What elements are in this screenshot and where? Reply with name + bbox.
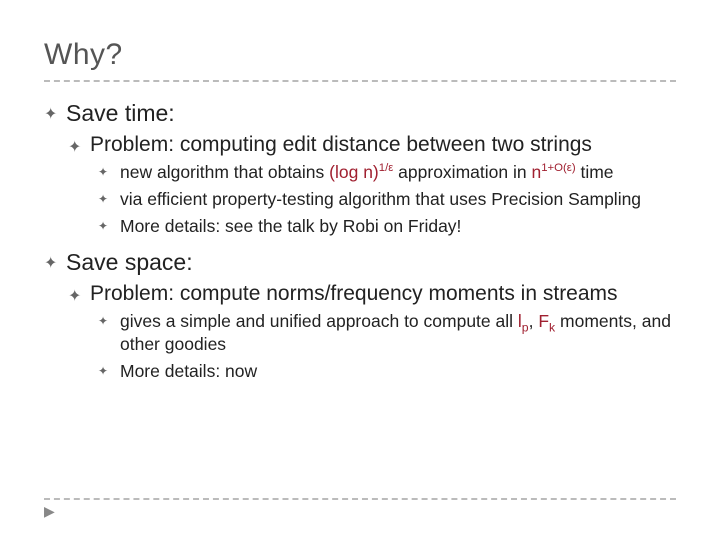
body-text: More details: see the talk by Robi on Fr… xyxy=(120,215,676,238)
subsection-heading: Problem: computing edit distance between… xyxy=(90,133,676,157)
level3-list: ✦ gives a simple and unified approach to… xyxy=(98,310,676,382)
subsection-heading: Problem: compute norms/frequency moments… xyxy=(90,282,676,306)
body-text: new algorithm that obtains (log n)1/ε ap… xyxy=(120,161,676,184)
slide-title: Why? xyxy=(44,38,676,72)
list-item: ✦ gives a simple and unified approach to… xyxy=(98,310,676,356)
bullet-icon: ✦ xyxy=(44,100,66,123)
highlight-text: n1+O(ε) xyxy=(531,162,575,182)
body-text: More details: now xyxy=(120,360,676,383)
highlight-text: Fk xyxy=(538,311,555,331)
body-text: gives a simple and unified approach to c… xyxy=(120,310,676,356)
bullet-icon: ✦ xyxy=(98,161,120,178)
highlight-text: (log n)1/ε xyxy=(329,162,393,182)
body-text: via efficient property-testing algorithm… xyxy=(120,188,676,211)
list-item: ✦ More details: see the talk by Robi on … xyxy=(98,215,676,238)
list-item: ✦ Save space: ✦ Problem: compute norms/f… xyxy=(44,249,676,382)
bullet-icon: ✦ xyxy=(68,282,90,305)
title-divider xyxy=(44,80,676,82)
section-heading: Save space: xyxy=(66,249,676,276)
list-item: ✦ new algorithm that obtains (log n)1/ε … xyxy=(98,161,676,184)
level3-list: ✦ new algorithm that obtains (log n)1/ε … xyxy=(98,161,676,237)
list-item: ✦ via efficient property-testing algorit… xyxy=(98,188,676,211)
footer-arrow-icon: ▶ xyxy=(44,503,55,520)
list-item: ✦ More details: now xyxy=(98,360,676,383)
list-item: ✦ Problem: compute norms/frequency momen… xyxy=(68,282,676,382)
level1-list: ✦ Save time: ✦ Problem: computing edit d… xyxy=(44,100,676,383)
bullet-icon: ✦ xyxy=(98,215,120,232)
bullet-icon: ✦ xyxy=(98,310,120,327)
bullet-icon: ✦ xyxy=(44,249,66,272)
level2-list: ✦ Problem: compute norms/frequency momen… xyxy=(68,282,676,382)
bullet-icon: ✦ xyxy=(98,360,120,377)
bullet-icon: ✦ xyxy=(68,133,90,156)
list-item: ✦ Problem: computing edit distance betwe… xyxy=(68,133,676,237)
level2-list: ✦ Problem: computing edit distance betwe… xyxy=(68,133,676,237)
bullet-icon: ✦ xyxy=(98,188,120,205)
section-heading: Save time: xyxy=(66,100,676,127)
footer-divider xyxy=(44,498,676,500)
slide: Why? ✦ Save time: ✦ Problem: computing e… xyxy=(0,0,720,540)
list-item: ✦ Save time: ✦ Problem: computing edit d… xyxy=(44,100,676,237)
highlight-text: lp xyxy=(518,311,529,331)
